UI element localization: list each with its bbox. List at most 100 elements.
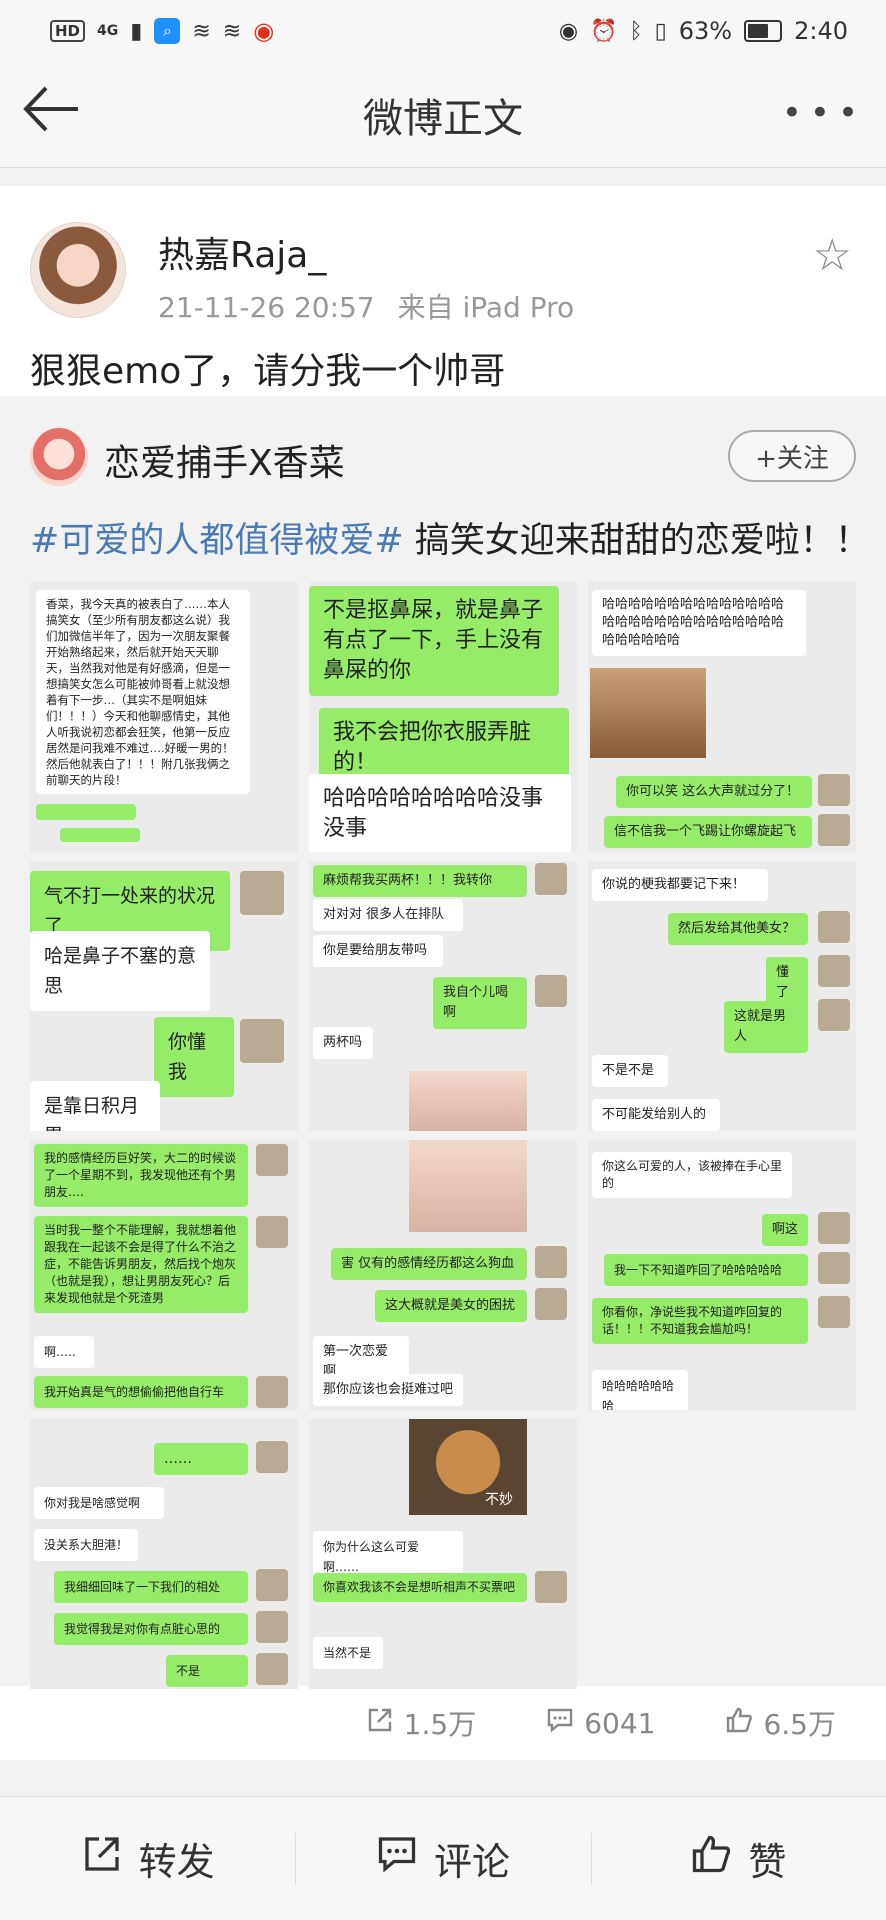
comment-count[interactable]: 6041: [546, 1706, 655, 1741]
chat-bubble: 是靠日积月累: [30, 1081, 160, 1131]
grid-image-7[interactable]: 我的感情经历巨好笑，大二的时候谈了一个星期不到，我发现他还有个男朋友…. 当时我…: [30, 1140, 298, 1410]
bluetooth-icon: ᛒ: [629, 18, 643, 44]
follow-button[interactable]: +关注: [728, 430, 856, 482]
repost-author-avatar[interactable]: [30, 428, 88, 486]
chat-bubble: 你是要给朋友带吗: [313, 935, 443, 967]
repost-author-name[interactable]: 恋爱捕手X香菜: [104, 434, 345, 486]
chat-bubble: 当然不是: [313, 1637, 383, 1669]
share-icon: [81, 1833, 123, 1884]
grid-image-4[interactable]: 气不打一处来的状况了 哈是鼻子不塞的意思 你懂我 是靠日积月累: [30, 861, 298, 1131]
grid-image-3[interactable]: 哈哈哈哈哈哈哈哈哈哈哈哈哈哈哈哈哈哈哈哈哈哈哈哈哈哈哈哈哈哈哈哈哈哈 你可以笑 …: [588, 582, 856, 852]
chat-avatar: [240, 1019, 284, 1063]
share-icon: [366, 1706, 394, 1741]
chat-bubble: 你对我是啥感觉啊: [34, 1487, 164, 1519]
hd-badge: HD: [50, 20, 86, 42]
grid-image-6[interactable]: 你说的梗我都要记下来！ 然后发给其他美女？ 懂了 这就是男人 不是不是 不可能发…: [588, 861, 856, 1131]
chat-avatar: [256, 1144, 288, 1176]
chat-bubble: 害 仅有的感情经历都这么狗血: [331, 1248, 527, 1280]
chat-avatar: [256, 1216, 288, 1248]
thumbs-up-icon: [725, 1706, 753, 1741]
back-arrow-icon[interactable]: [20, 84, 90, 144]
battery-percent: 63%: [678, 17, 733, 45]
grid-image-5[interactable]: 麻烦帮我买两杯！！！我转你 对对对 很多人在排队 你是要给朋友带吗 我自个儿喝啊…: [309, 861, 577, 1131]
page-title: 微博正文: [363, 95, 523, 142]
like-count[interactable]: 6.5万: [725, 1703, 836, 1743]
like-count-label: 6.5万: [763, 1708, 836, 1741]
photo: [409, 1071, 527, 1131]
chat-bubble: 我开始真是气的想偷偷把他自行车: [34, 1376, 248, 1408]
chat-bubble: 那你应该也会挺难过吧: [313, 1374, 463, 1406]
thumbs-up-icon: [690, 1833, 732, 1884]
chat-avatar: [818, 999, 850, 1031]
chat-bubble: 我觉得我是对你有点脏心思的: [54, 1613, 248, 1645]
post-meta: 21-11-26 20:57 来自 iPad Pro: [158, 286, 574, 326]
photo: [409, 1140, 527, 1232]
chat-avatar: [818, 955, 850, 987]
repost-count[interactable]: 1.5万: [366, 1703, 477, 1743]
chat-bubble: 你这么可爱的人，该被捧在手心里的: [592, 1152, 792, 1198]
network-badge: 4G: [97, 23, 119, 39]
repost-card[interactable]: 恋爱捕手X香菜 +关注 #可爱的人都值得被爱# 搞笑女迎来甜甜的恋爱啦！！ 香菜…: [0, 396, 886, 1689]
chat-bubble: 你懂我: [154, 1017, 234, 1097]
repost-text: #可爱的人都值得被爱# 搞笑女迎来甜甜的恋爱啦！！: [30, 512, 870, 563]
chat-avatar: [256, 1611, 288, 1643]
chat-avatar: [818, 1212, 850, 1244]
chat-avatar: [818, 1252, 850, 1284]
hashtag-link[interactable]: #可爱的人都值得被爱#: [30, 521, 404, 561]
repost-button-label: 转发: [138, 1840, 215, 1884]
chat-avatar: [535, 863, 567, 895]
chat-bubble: 哈是鼻子不塞的意思: [30, 931, 210, 1011]
post-stats: 1.5万 6041 6.5万: [0, 1686, 886, 1760]
chat-avatar: [818, 774, 850, 806]
comment-button[interactable]: 评论: [295, 1797, 590, 1920]
chat-avatar: [256, 1376, 288, 1408]
chat-bubble: [60, 828, 140, 842]
chat-avatar: [256, 1441, 288, 1473]
nav-bar: 微博正文 •••: [0, 62, 886, 168]
more-icon[interactable]: •••: [782, 96, 866, 130]
like-button[interactable]: 赞: [590, 1797, 886, 1920]
search-app-icon: ⌕: [154, 18, 181, 44]
chat-bubble: 这大概就是美女的困扰: [375, 1290, 527, 1322]
chat-bubble: 信不信我一个飞踢让你螺旋起飞: [604, 816, 812, 848]
chat-avatar: [818, 1296, 850, 1328]
grid-image-1[interactable]: 香菜，我今天真的被表白了……本人搞笑女（至少所有朋友都这么说）我们加微信半年了，…: [30, 582, 298, 852]
wifi-icon: ≋: [192, 18, 211, 44]
repost-count-label: 1.5万: [403, 1708, 477, 1741]
repost-button[interactable]: 转发: [0, 1797, 295, 1920]
chat-avatar: [818, 911, 850, 943]
chat-bubble: 对对对 很多人在排队: [313, 899, 463, 931]
grid-image-2[interactable]: 不是抠鼻屎，就是鼻子有点了一下，手上没有鼻屎的你 我不会把你衣服弄脏的！ 哈哈哈…: [309, 582, 577, 852]
author-name[interactable]: 热嘉Raja_: [158, 226, 326, 278]
signal-icon: ▮: [130, 18, 143, 44]
comment-icon: [546, 1706, 574, 1741]
chat-bubble: 你喜欢我该不会是想听相声不买票吧: [313, 1573, 527, 1602]
comment-button-label: 评论: [433, 1840, 510, 1884]
chat-bubble: 没关系大胆港！: [34, 1529, 138, 1561]
chat-bubble: 你可以笑 这么大声就过分了！: [616, 776, 812, 808]
grid-image-9[interactable]: 你这么可爱的人，该被捧在手心里的 啊这 我一下不知道咋回了哈哈哈哈哈 你看你，净…: [588, 1140, 856, 1410]
chat-bubble: 两杯吗: [313, 1027, 373, 1059]
author-avatar[interactable]: [30, 222, 126, 318]
chat-avatar: [535, 975, 567, 1007]
battery-icon: [744, 20, 783, 42]
post-text: 狠狠emo了，请分我一个帅哥: [30, 351, 506, 392]
chat-bubble: 不是: [166, 1655, 248, 1687]
chat-bubble: 你看你，净说些我不知道咋回复的话！！！不知道我会尴尬吗！: [592, 1298, 808, 1344]
comment-icon: [376, 1833, 418, 1884]
eye-icon: ◉: [558, 18, 579, 44]
grid-image-11[interactable]: 不妙 你为什么这么可爱啊…… 你喜欢我该不会是想听相声不买票吧 当然不是: [309, 1419, 577, 1689]
bottom-action-bar: 转发 评论 赞: [0, 1796, 886, 1920]
grid-image-8[interactable]: 害 仅有的感情经历都这么狗血 这大概就是美女的困扰 第一次恋爱啊 那你应该也会挺…: [309, 1140, 577, 1410]
post-timestamp: 21-11-26 20:57: [158, 291, 375, 324]
chat-bubble: 不可能发给别人的: [592, 1099, 720, 1131]
photo: [590, 668, 706, 758]
post-source: 来自 iPad Pro: [397, 291, 575, 324]
grid-image-10[interactable]: …… 你对我是啥感觉啊 没关系大胆港！ 我细细回味了一下我们的相处 我觉得我是对…: [30, 1419, 298, 1689]
chat-avatar: [256, 1569, 288, 1601]
chat-bubble: 当时我一整个不能理解，我就想着他跟我在一起该不会是得了什么不治之症，不能告诉男朋…: [34, 1216, 248, 1313]
weibo-icon: ◉: [253, 17, 275, 45]
favorite-star-icon[interactable]: ☆: [813, 230, 852, 281]
chat-bubble: 我细细回味了一下我们的相处: [54, 1571, 248, 1603]
chat-avatar: [535, 1288, 567, 1320]
